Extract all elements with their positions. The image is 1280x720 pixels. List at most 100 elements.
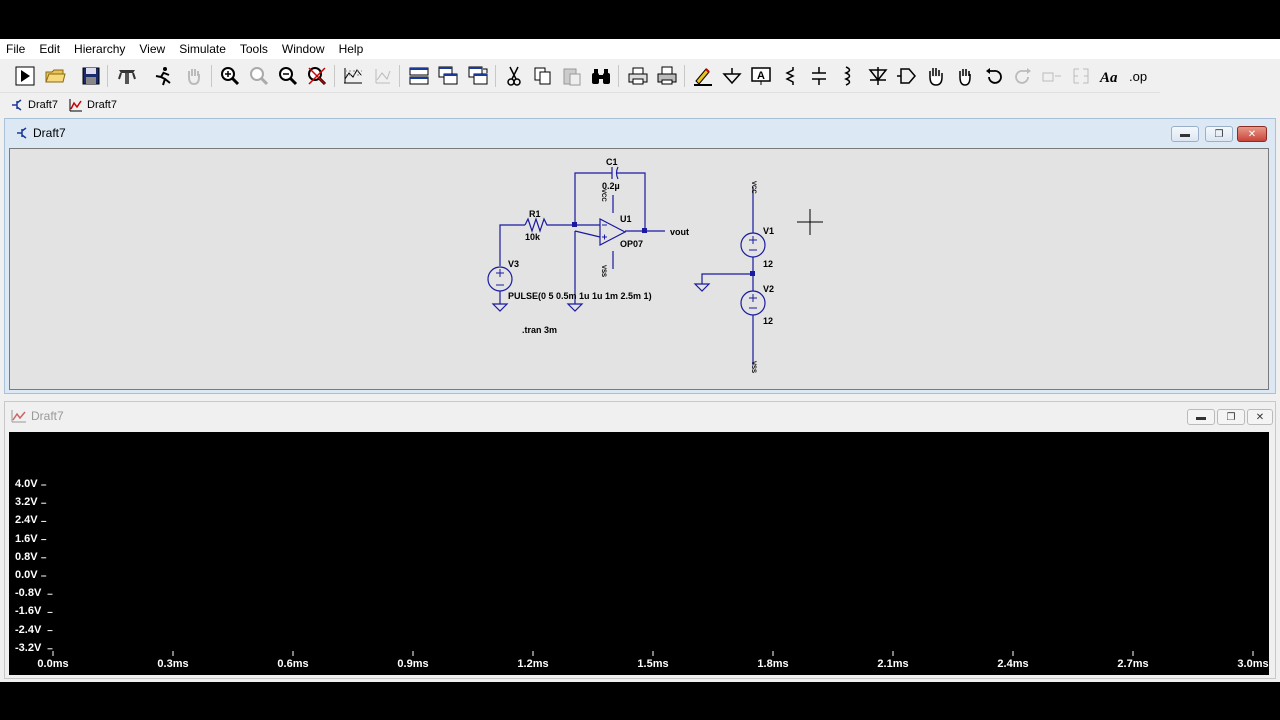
tile-horizontal-icon[interactable] <box>406 63 432 89</box>
plot-axes <box>41 484 1254 656</box>
plot-close-button[interactable]: ✕ <box>1247 409 1273 425</box>
rotate-icon[interactable] <box>1039 63 1065 89</box>
v2-vss-label: VSS <box>750 361 756 374</box>
y-tick-label: -1.6V <box>15 605 42 618</box>
x-tick-label: 0.6ms <box>277 658 309 670</box>
run-icon[interactable] <box>12 63 38 89</box>
schematic-window: Draft7 ▬ ❐ ✕ C1 0.2µ R1 10k U1 OP07 vout… <box>4 118 1276 394</box>
component-icon[interactable] <box>894 63 920 89</box>
menu-simulate[interactable]: Simulate <box>172 39 233 59</box>
zoom-out-icon[interactable] <box>275 63 301 89</box>
text-icon[interactable]: Aa <box>1097 63 1123 89</box>
inductor-icon[interactable] <box>835 63 861 89</box>
halt-icon[interactable] <box>150 63 176 89</box>
drag-icon[interactable] <box>952 63 978 89</box>
mirror-icon[interactable] <box>1068 63 1094 89</box>
y-tick-label: 0.0V <box>15 569 38 581</box>
autorange-icon[interactable] <box>340 63 366 89</box>
minimize-button[interactable]: ▬ <box>1171 126 1199 142</box>
save-icon[interactable] <box>78 63 104 89</box>
v3-value[interactable]: PULSE(0 5 0.5m 1u 1u 1m 2.5m 1) <box>508 291 652 301</box>
menu-edit[interactable]: Edit <box>32 39 67 59</box>
y-tick-label: 2.4V <box>15 514 38 527</box>
pan-hand-icon[interactable] <box>181 63 207 89</box>
x-tick-label: 2.4ms <box>997 658 1029 670</box>
undo-icon[interactable] <box>981 63 1007 89</box>
redo-icon[interactable] <box>1010 63 1036 89</box>
paste-icon[interactable] <box>559 63 585 89</box>
close-button[interactable]: ✕ <box>1237 126 1267 142</box>
y-tick-label: 4.0V <box>15 478 38 490</box>
schematic-icon <box>12 99 22 111</box>
find-icon[interactable] <box>588 63 614 89</box>
r1-value[interactable]: 10k <box>525 232 540 242</box>
move-icon[interactable] <box>923 63 949 89</box>
waveform-plot[interactable]: 4.0V 3.2V 2.4V 1.6V 0.8V 0.0V -0.8V -1.6V -2.4V -… <box>9 432 1269 675</box>
tab-schematic[interactable]: Draft7 <box>10 97 58 113</box>
restore-button[interactable]: ❐ <box>1205 126 1233 142</box>
zoom-in-icon[interactable] <box>217 63 243 89</box>
ground-icon[interactable] <box>719 63 745 89</box>
c1-name[interactable]: C1 <box>606 157 618 167</box>
tab-schematic-label: Draft7 <box>28 99 58 111</box>
waveform-icon <box>11 410 26 423</box>
tran-directive[interactable]: .tran 3m <box>522 325 557 335</box>
print-setup-icon[interactable] <box>654 63 680 89</box>
y-tick-label: 0.8V <box>15 550 38 563</box>
v1-value[interactable]: 12 <box>763 259 773 269</box>
r1-name[interactable]: R1 <box>529 209 541 219</box>
u1-name[interactable]: U1 <box>620 214 632 224</box>
v2-value[interactable]: 12 <box>763 316 773 326</box>
x-tick-label: 0.9ms <box>397 658 429 670</box>
svg-text:Aa: Aa <box>1099 70 1118 86</box>
u1-model[interactable]: OP07 <box>620 239 643 249</box>
cascade-icon[interactable] <box>435 63 461 89</box>
schematic-canvas[interactable]: C1 0.2µ R1 10k U1 OP07 vout V3 PULSE(0 5… <box>9 148 1269 390</box>
open-icon[interactable] <box>42 63 68 89</box>
control-panel-icon[interactable] <box>114 63 140 89</box>
spice-directive-icon[interactable]: .op <box>1126 63 1152 89</box>
r1-resistor-symbol <box>524 217 575 233</box>
document-tabs: Draft7 Draft7 <box>0 94 1280 116</box>
schematic-window-titlebar: Draft7 ▬ ❐ ✕ <box>5 119 1275 147</box>
restore-icon: ❐ <box>1214 128 1224 140</box>
tab-waveform[interactable]: Draft7 <box>69 97 117 113</box>
svg-text:A: A <box>757 70 765 82</box>
resistor-icon[interactable] <box>777 63 803 89</box>
cascade-dim-icon[interactable] <box>370 63 396 89</box>
menu-help[interactable]: Help <box>332 39 371 59</box>
zoom-area-icon[interactable] <box>246 63 272 89</box>
zoom-fit-icon[interactable] <box>304 63 330 89</box>
plot-window: Draft7 ▬ ❐ ✕ 4.0V 3.2V 2.4V 1.6V 0.8V 0.0V -0.… <box>4 401 1276 679</box>
plot-restore-button[interactable]: ❐ <box>1217 409 1245 425</box>
capacitor-icon[interactable] <box>806 63 832 89</box>
menu-window[interactable]: Window <box>275 39 332 59</box>
vout-net-label[interactable]: vout <box>670 227 689 237</box>
tile-vertical-icon[interactable] <box>465 63 491 89</box>
x-tick-label: 0.0ms <box>37 658 69 670</box>
v1-vcc-label: VCC <box>750 181 756 194</box>
cut-icon[interactable] <box>501 63 527 89</box>
menu-hierarchy[interactable]: Hierarchy <box>67 39 132 59</box>
svg-text:.op: .op <box>1129 69 1147 84</box>
x-tick-label: 0.3ms <box>157 658 189 670</box>
label-net-icon[interactable]: A <box>748 63 774 89</box>
menu-tools[interactable]: Tools <box>233 39 275 59</box>
y-tick-label: -2.4V <box>15 623 42 636</box>
print-icon[interactable] <box>625 63 651 89</box>
menu-view[interactable]: View <box>132 39 172 59</box>
y-tick-label: -3.2V <box>15 641 42 654</box>
v3-name[interactable]: V3 <box>508 259 519 269</box>
v2-name[interactable]: V2 <box>763 284 774 294</box>
x-tick-label: 2.1ms <box>877 658 909 670</box>
menu-file[interactable]: File <box>0 39 32 59</box>
diode-icon[interactable] <box>865 63 891 89</box>
minimize-icon: ▬ <box>1196 411 1206 423</box>
v1-name[interactable]: V1 <box>763 226 774 236</box>
copy-icon[interactable] <box>530 63 556 89</box>
toolbar: A Aa .op <box>0 59 1160 93</box>
draw-wire-icon[interactable] <box>690 63 716 89</box>
plot-minimize-button[interactable]: ▬ <box>1187 409 1215 425</box>
schematic-icon <box>17 127 27 139</box>
schematic-drawing <box>487 166 823 365</box>
